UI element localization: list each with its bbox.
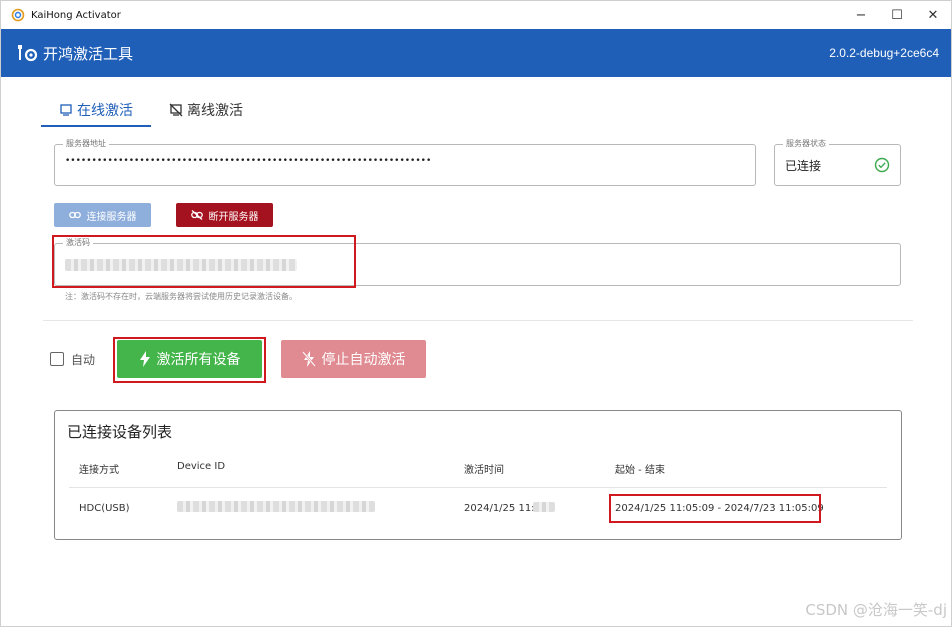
app-window: KaiHong Activator − ☐ ✕ 开鸿激活工具 2.0.2-deb…	[0, 0, 952, 627]
header-row-divider	[69, 487, 887, 488]
column-header-activation-time: 激活时间	[464, 465, 504, 476]
minimize-button[interactable]: −	[843, 8, 879, 23]
tab-online-label: 在线激活	[77, 103, 133, 119]
server-status-label: 服务器状态	[783, 138, 829, 149]
connect-server-label: 连接服务器	[86, 211, 137, 223]
annotation-box-activate-button	[113, 337, 266, 383]
cell-activation-time: 2024/1/25 11:	[464, 503, 535, 514]
link-icon	[68, 211, 81, 219]
window-title: KaiHong Activator	[31, 9, 121, 21]
tab-bar: 在线激活 离线激活	[41, 95, 261, 127]
tab-online-activation[interactable]: 在线激活	[41, 95, 151, 127]
section-divider	[43, 320, 913, 321]
server-address-input[interactable]: ••••••••••••••••••••••••••••••••••••••••…	[65, 156, 431, 166]
stop-auto-activation-button[interactable]: 停止自动激活	[281, 340, 426, 378]
app-header: 开鸿激活工具 2.0.2-debug+2ce6c4	[1, 29, 951, 77]
app-icon	[11, 8, 25, 22]
connect-server-button[interactable]: 连接服务器	[54, 203, 151, 227]
tab-offline-label: 离线激活	[187, 103, 243, 119]
cell-activation-time-blurred	[533, 502, 555, 512]
server-address-field[interactable]: 服务器地址 ••••••••••••••••••••••••••••••••••…	[54, 138, 756, 186]
disconnect-server-button[interactable]: 断开服务器	[176, 203, 273, 227]
maximize-button[interactable]: ☐	[879, 8, 915, 23]
monitor-off-icon	[169, 103, 183, 117]
version-label: 2.0.2-debug+2ce6c4	[829, 46, 939, 60]
cell-connection: HDC(USB)	[79, 503, 130, 514]
key-logo-icon	[18, 45, 38, 62]
link-off-icon	[190, 210, 203, 220]
column-header-device-id: Device ID	[177, 461, 226, 472]
auto-checkbox-label: 自动	[71, 353, 96, 367]
server-status-field: 服务器状态 已连接	[774, 138, 901, 186]
device-list-title: 已连接设备列表	[67, 423, 173, 441]
auto-checkbox[interactable]	[50, 352, 64, 366]
annotation-box-activation-code	[52, 235, 356, 288]
annotation-box-range	[609, 494, 821, 523]
cell-device-id-blurred	[177, 501, 375, 512]
check-circle-icon	[874, 157, 890, 173]
server-status-value: 已连接	[785, 159, 822, 173]
column-header-range: 起始 - 结束	[615, 465, 665, 476]
disconnect-server-label: 断开服务器	[208, 211, 259, 223]
monitor-icon	[60, 104, 72, 116]
title-bar: KaiHong Activator − ☐ ✕	[1, 1, 951, 29]
watermark: CSDN @沧海一笑-dj	[805, 601, 947, 619]
column-header-connection: 连接方式	[79, 465, 119, 476]
flash-off-icon	[301, 351, 316, 367]
stop-auto-activation-label: 停止自动激活	[321, 352, 406, 368]
app-title: 开鸿激活工具	[43, 44, 134, 63]
server-address-label: 服务器地址	[63, 138, 109, 149]
activation-note: 注：激活码不存在时，云端服务器将尝试使用历史记录激活设备。	[65, 292, 297, 301]
close-button[interactable]: ✕	[915, 8, 951, 23]
tab-offline-activation[interactable]: 离线激活	[151, 95, 261, 125]
